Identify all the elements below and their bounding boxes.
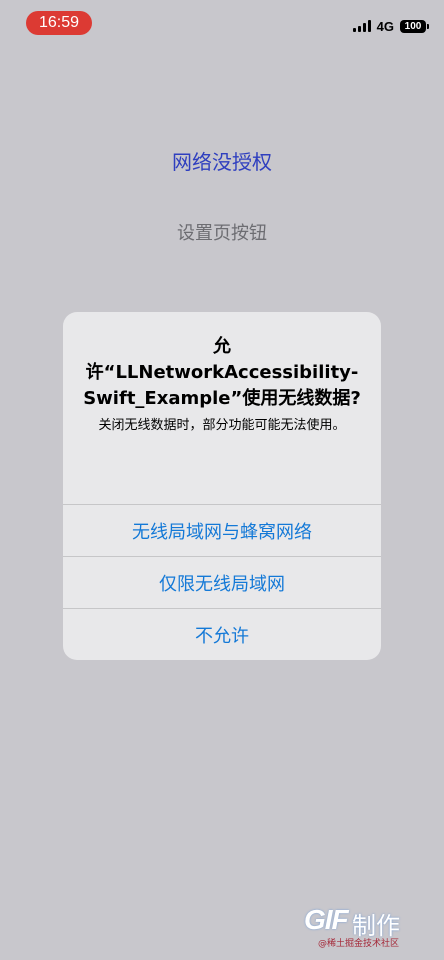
alert-message: 关闭无线数据时，部分功能可能无法使用。 [98,418,346,433]
alert-body: 允许“LLNetworkAccessibility-Swift_Example”… [63,312,381,504]
gif-watermark: GIF 制作 @稀土掘金技术社区 [290,904,430,949]
gif-logo: GIF [304,904,349,935]
allow-wlan-only-button[interactable]: 仅限无线局域网 [63,556,381,608]
watermark-subtext: @稀土掘金技术社区 [318,939,400,949]
allow-wlan-and-cellular-button[interactable]: 无线局域网与蜂窝网络 [63,504,381,556]
cellular-signal-icon [352,20,371,32]
battery-icon: 100 [400,19,429,33]
status-bar: 16:59 4G 100 [0,0,444,44]
settings-page-button[interactable]: 设置页按钮 [0,219,444,245]
status-time[interactable]: 16:59 [26,11,92,35]
alert-title: 允许“LLNetworkAccessibility-Swift_Example”… [83,336,361,409]
dont-allow-button[interactable]: 不允许 [63,608,381,660]
status-indicators: 4G 100 [352,17,429,35]
page-title: 网络没授权 [172,150,272,174]
network-type-label: 4G [376,18,394,34]
network-permission-alert: 允许“LLNetworkAccessibility-Swift_Example”… [63,312,381,660]
